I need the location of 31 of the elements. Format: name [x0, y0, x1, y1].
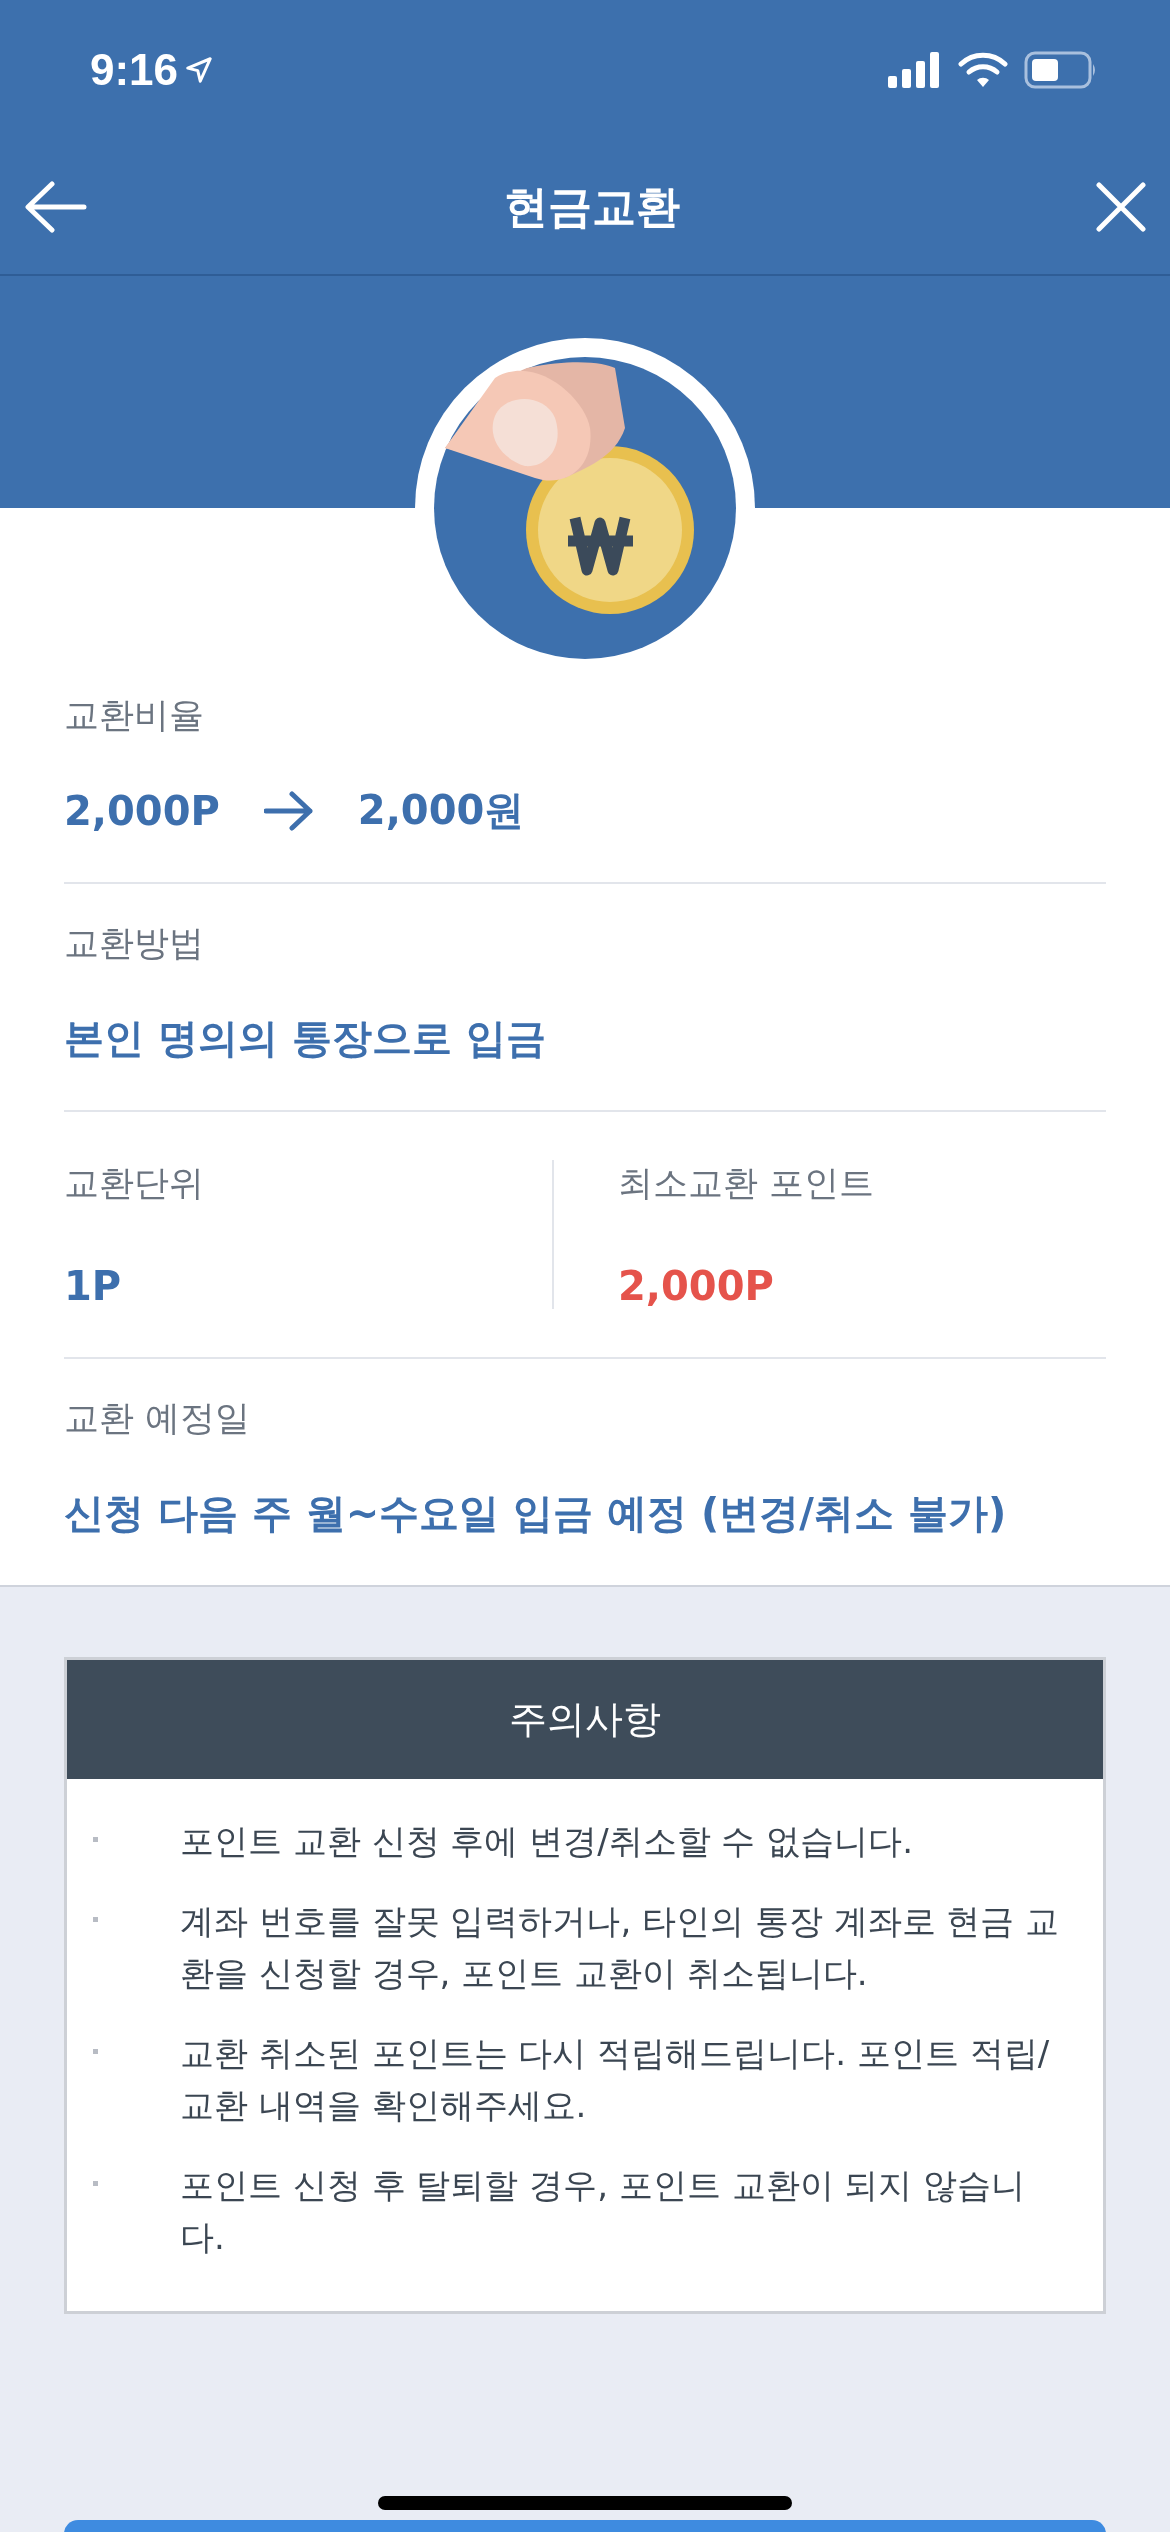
back-arrow-icon: [24, 181, 88, 233]
location-arrow-icon: [184, 55, 215, 85]
field-label: 최소교환 포인트: [618, 1162, 876, 1205]
notice-text: 포인트 신청 후 탈퇴할 경우, 포인트 교환이 되지 않습니다.: [180, 2164, 1027, 2259]
right-arrow-icon: [263, 790, 314, 831]
field-label: 교환 예정일: [64, 1397, 252, 1440]
bullet-icon: [93, 2181, 98, 2186]
back-button[interactable]: [24, 181, 88, 233]
field-label: 교환비율: [64, 694, 205, 737]
close-icon: [1096, 182, 1146, 232]
close-button[interactable]: [1096, 182, 1146, 232]
won-amount: 2,000원: [357, 786, 525, 835]
bullet-icon: [93, 2049, 98, 2054]
field-label: 교환방법: [64, 922, 205, 965]
page-title: 현금교환: [504, 179, 680, 234]
points-amount: 2,000P: [64, 787, 220, 834]
field-value: 2,000P: [618, 1263, 775, 1309]
battery-icon: [1024, 51, 1098, 89]
notice-text: 포인트 교환 신청 후에 변경/취소할 수 없습니다.: [180, 1820, 914, 1863]
field-value: 신청 다음 주 월~수요일 입금 예정 (변경/취소 불가): [64, 1489, 1008, 1538]
field-value: 1P: [64, 1263, 123, 1309]
notice-title: 주의사항: [67, 1660, 1103, 1779]
wifi-icon: [958, 52, 1008, 88]
field-value: 본인 명의의 통장으로 입금: [64, 1014, 547, 1063]
status-time: 9:16: [90, 45, 179, 95]
field-label: 교환단위: [64, 1162, 205, 1205]
notice-text: 교환 취소된 포인트는 다시 적립해드립니다. 포인트 적립/교환 내역을 확인해주세요.: [180, 2032, 1051, 2127]
signal-icon: [888, 52, 942, 88]
bullet-icon: [93, 1917, 98, 1922]
notice-text: 계좌 번호를 잘못 입력하거나, 타인의 통장 계좌로 현금 교환을 신청할 경우, 포인트 교환이 취소됩니다.: [180, 1900, 1061, 1995]
bullet-icon: [93, 1837, 98, 1842]
